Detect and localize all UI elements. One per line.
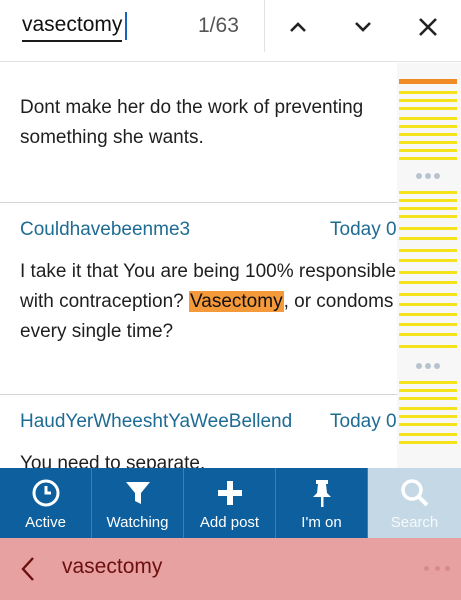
post-body-line: Dont make her do the work of preventing — [20, 97, 364, 118]
match-marker — [399, 227, 457, 230]
match-marker — [399, 397, 457, 400]
match-marker — [399, 157, 457, 160]
forum-toolbar: Active Watching Add post I'm on Search — [0, 468, 461, 538]
post-item: HaudYerWheeshtYaWeeBellend Today 08:40 Y… — [0, 395, 397, 468]
match-marker — [399, 433, 457, 436]
match-overflow-dots — [416, 363, 440, 369]
current-match-marker — [399, 79, 457, 84]
match-marker — [399, 333, 457, 336]
match-marker — [399, 249, 457, 252]
post-body-line: You need to separate. — [20, 453, 206, 468]
search-icon — [400, 479, 428, 507]
post-body-line: something she wants. — [20, 127, 204, 148]
match-overflow-dots — [416, 173, 440, 179]
toolbar-im-on-button[interactable]: I'm on — [276, 468, 368, 538]
post-item: Dont make her do the work of preventing … — [0, 63, 397, 203]
match-marker — [399, 215, 457, 218]
match-marker — [399, 237, 457, 240]
post-item: Couldhavebeenme3 Today 08:40 I take it t… — [0, 203, 397, 395]
text-caret — [125, 12, 127, 40]
match-marker — [399, 207, 457, 210]
find-match-count: 1/63 — [198, 14, 239, 37]
toolbar-label: Watching — [106, 514, 169, 531]
toolbar-label: Add post — [199, 514, 260, 531]
match-marker — [399, 259, 457, 262]
search-match-highlight: Vasectomy — [189, 291, 284, 312]
post-timestamp: Today 08:40 — [330, 411, 397, 432]
match-marker — [399, 271, 457, 274]
match-marker — [399, 381, 457, 384]
post-body-line: with contraception? Vasectomy, or condom… — [20, 287, 397, 317]
match-marker — [399, 191, 457, 194]
post-body-line: I take it that You are being 100% respon… — [20, 261, 397, 282]
match-marker — [399, 117, 457, 120]
chevron-down-icon — [355, 22, 371, 32]
post-body-text: with contraception? — [20, 291, 189, 312]
match-marker — [399, 293, 457, 296]
close-icon — [419, 18, 437, 36]
toolbar-search-button[interactable]: Search — [368, 468, 461, 538]
post-author-link[interactable]: HaudYerWheeshtYaWeeBellend — [20, 411, 292, 433]
match-marker — [399, 91, 457, 94]
search-match-scroll-strip[interactable] — [397, 63, 461, 468]
toolbar-add-post-button[interactable]: Add post — [184, 468, 276, 538]
thread-content[interactable]: Dont make her do the work of preventing … — [0, 63, 397, 468]
address-text[interactable]: vasectomy — [62, 555, 162, 579]
match-marker — [399, 303, 457, 306]
match-marker — [399, 407, 457, 410]
match-marker — [399, 389, 457, 392]
match-marker — [399, 133, 457, 136]
post-author-link[interactable]: Couldhavebeenme3 — [20, 219, 190, 241]
find-close-button[interactable] — [411, 10, 445, 44]
match-marker — [399, 345, 457, 348]
toolbar-label: Active — [25, 514, 66, 531]
match-marker — [399, 441, 457, 444]
match-marker — [399, 125, 457, 128]
find-previous-button[interactable] — [281, 10, 315, 44]
pin-icon — [312, 480, 331, 507]
match-marker — [399, 199, 457, 202]
browser-address-bar: vasectomy — [0, 538, 461, 600]
match-marker — [399, 415, 457, 418]
match-marker — [399, 141, 457, 144]
plus-icon — [217, 481, 242, 505]
match-marker — [399, 281, 457, 284]
chevron-up-icon — [290, 22, 306, 32]
find-input[interactable]: vasectomy — [22, 12, 123, 42]
toolbar-watching-button[interactable]: Watching — [92, 468, 184, 538]
match-marker — [399, 323, 457, 326]
back-chevron-icon — [21, 557, 34, 581]
toolbar-label: Search — [390, 514, 439, 531]
match-marker — [399, 149, 457, 152]
match-marker — [399, 99, 457, 102]
post-body-line: every single time? — [20, 321, 174, 342]
back-button[interactable] — [14, 554, 42, 584]
more-icon[interactable] — [424, 566, 450, 572]
toolbar-active-button[interactable]: Active — [0, 468, 92, 538]
match-marker — [399, 313, 457, 316]
match-marker — [399, 107, 457, 110]
filter-icon — [125, 482, 150, 504]
find-in-page-bar: vasectomy 1/63 — [0, 0, 461, 62]
find-next-button[interactable] — [346, 10, 380, 44]
post-timestamp: Today 08:40 — [330, 219, 397, 240]
toolbar-label: I'm on — [301, 514, 342, 531]
find-bar-divider — [264, 0, 265, 52]
clock-icon — [32, 479, 59, 507]
match-marker — [399, 423, 457, 426]
post-body-text: , or condoms — [283, 291, 394, 312]
